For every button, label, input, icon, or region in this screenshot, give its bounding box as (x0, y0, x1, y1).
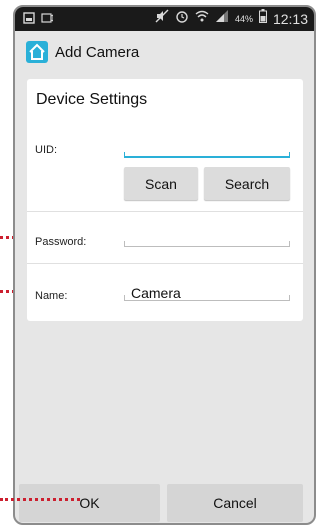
gallery-icon (23, 11, 35, 29)
page-title: Add Camera (55, 43, 140, 61)
search-button[interactable]: Search (204, 167, 290, 200)
clock: 12:13 (272, 10, 308, 27)
name-label: Name: (35, 290, 68, 302)
divider (27, 211, 303, 212)
title-bar: Add Camera (15, 31, 314, 73)
uid-input[interactable] (124, 152, 290, 158)
home-icon[interactable] (25, 40, 49, 64)
status-bar: 44% 12:13 (15, 7, 314, 31)
battery-icon (258, 9, 267, 28)
password-label: Password: (35, 236, 87, 248)
scan-button[interactable]: Scan (124, 167, 198, 200)
divider (27, 263, 303, 264)
uid-label: UID: (35, 144, 57, 156)
device-settings-card: Device Settings UID: Scan Search Passwor… (27, 79, 303, 321)
screen-icon (41, 11, 54, 29)
card-title: Device Settings (36, 91, 148, 108)
name-input[interactable] (124, 295, 290, 301)
ok-button[interactable]: OK (19, 484, 160, 522)
cancel-button[interactable]: Cancel (167, 484, 303, 522)
ok-callout (0, 498, 80, 501)
battery-percent: 44% (234, 13, 253, 24)
password-input[interactable] (124, 241, 290, 247)
mute-icon (155, 9, 169, 28)
alarm-icon (175, 9, 189, 28)
signal-icon (215, 9, 229, 28)
wifi-icon (195, 9, 209, 28)
phone-frame: 44% 12:13 Add Camera Device Settings UID… (13, 5, 316, 525)
